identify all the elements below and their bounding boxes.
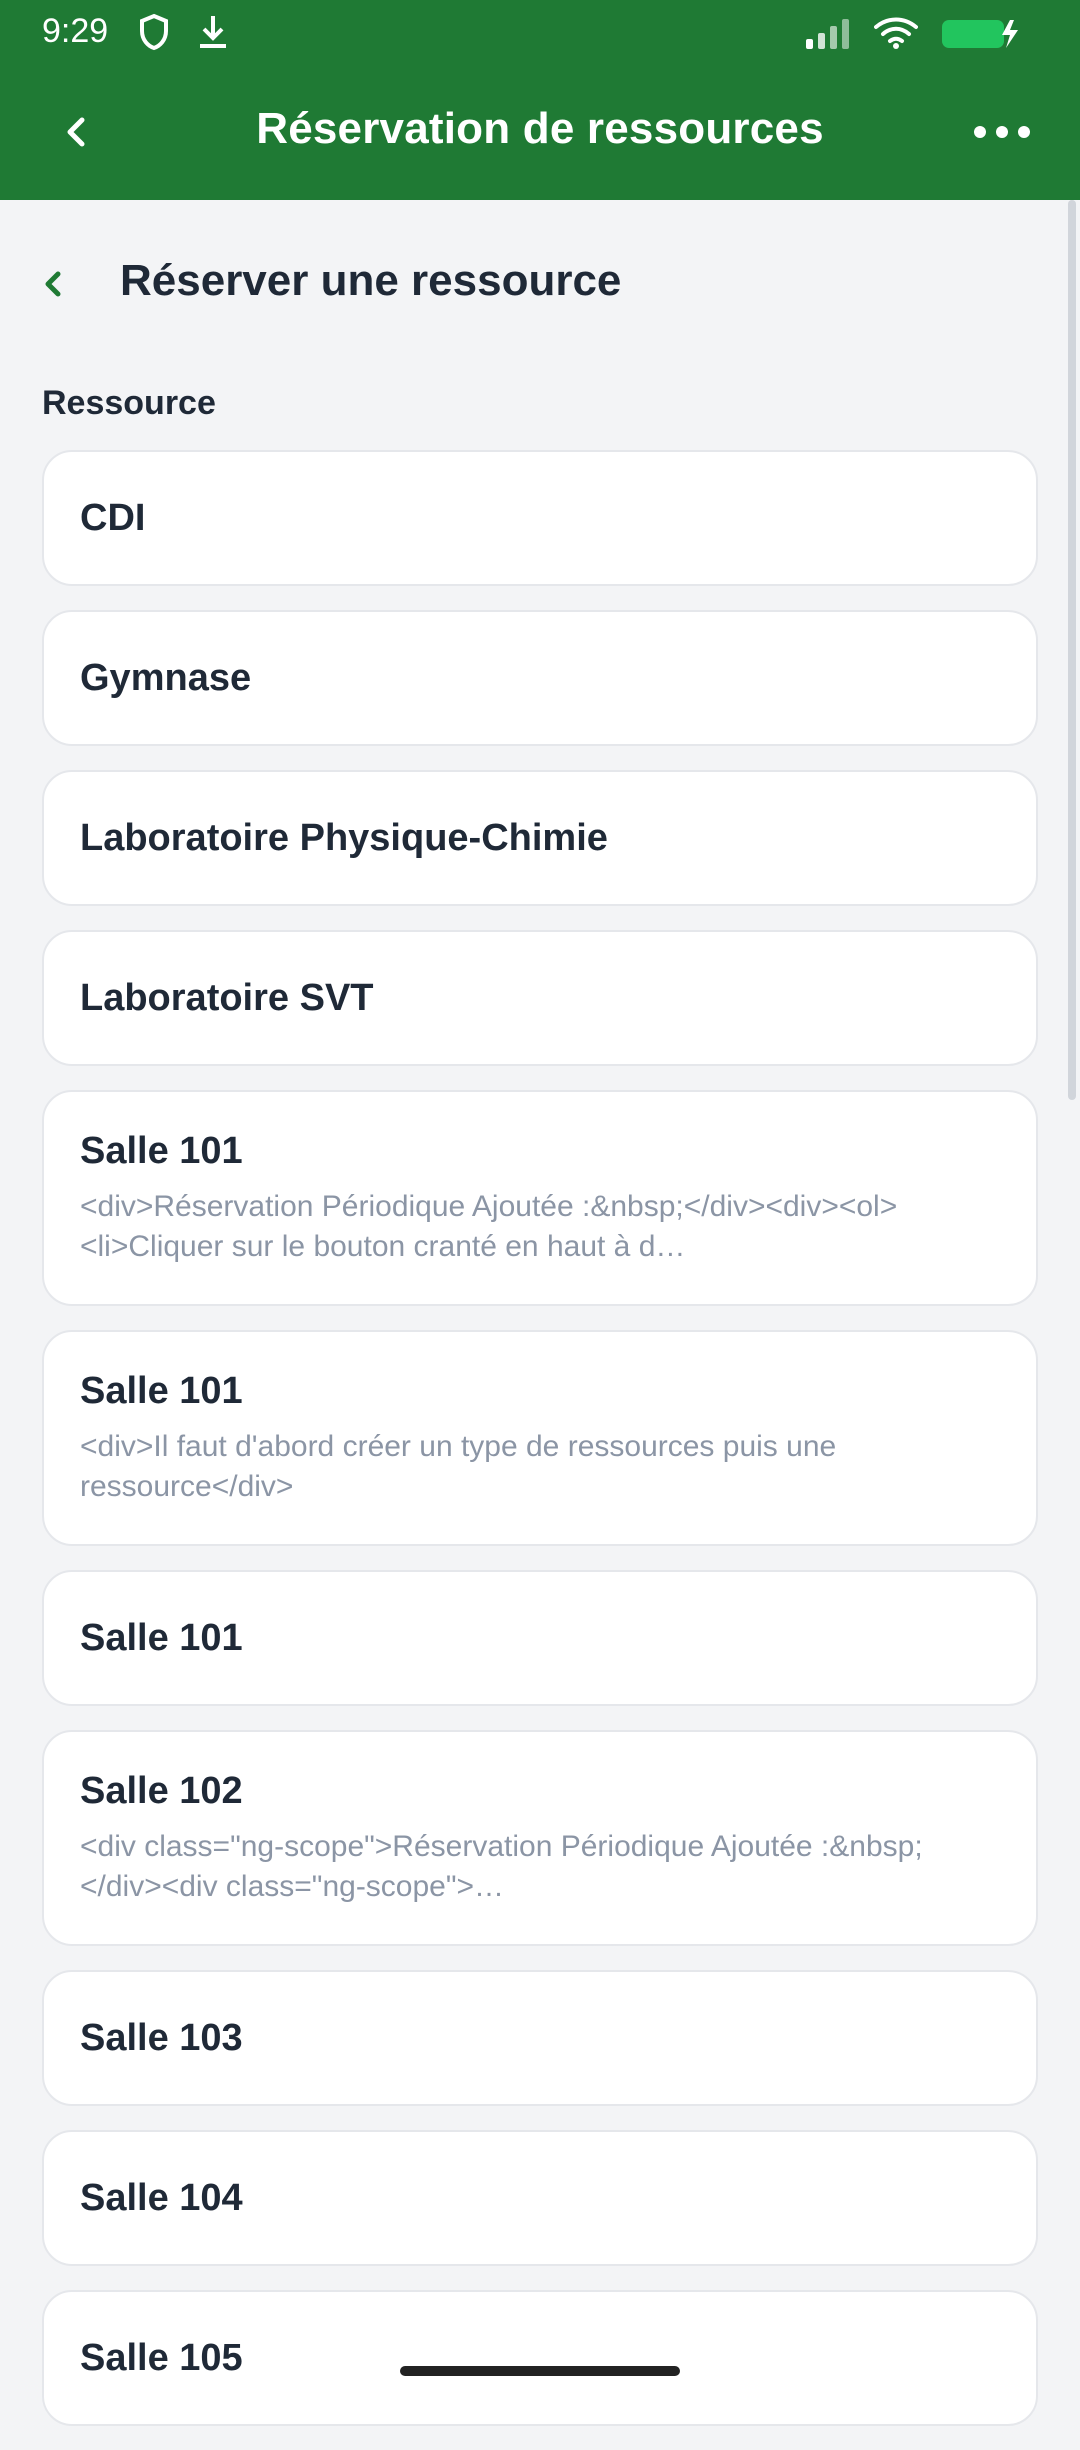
resource-title: Laboratoire Physique-Chimie [80,816,608,859]
scrollbar[interactable] [1068,200,1076,1100]
resource-title: Salle 103 [80,2016,243,2059]
home-indicator[interactable] [400,2366,680,2376]
resource-title: CDI [80,496,146,539]
back-chevron-icon[interactable] [40,266,66,302]
battery-charging-icon [940,16,1020,55]
resource-item[interactable]: Laboratoire Physique-Chimie [42,770,1038,906]
resource-title: Salle 102 [80,1769,243,1812]
resource-item[interactable]: Salle 105 [42,2290,1038,2426]
resource-item[interactable]: Salle 103 [42,1970,1038,2106]
shield-icon [138,12,170,57]
resource-label: Ressource [42,384,216,422]
more-horizontal-icon[interactable] [972,120,1032,144]
resource-list: CDI Gymnase Laboratoire Physique-Chimie … [42,450,1038,2450]
wifi-icon [874,17,918,54]
resource-item[interactable]: Gymnase [42,610,1038,746]
resource-description: <div>Il faut d'abord créer un type de re… [80,1429,837,1503]
resource-title: Salle 101 [80,1616,243,1659]
resource-title: Salle 104 [80,2176,243,2219]
resource-description: <div class="ng-scope">Réservation Périod… [80,1829,923,1903]
resource-title: Salle 101 [80,1369,243,1412]
resource-item[interactable]: Salle 101 <div>Il faut d'abord créer un … [42,1330,1038,1546]
app-bar: Réservation de ressources [0,64,1080,200]
page-title: Réserver une ressource [120,256,622,305]
download-icon [196,12,230,57]
resource-item[interactable]: Salle 104 [42,2130,1038,2266]
resource-item[interactable]: CDI [42,450,1038,586]
resource-title: Laboratoire SVT [80,976,374,1019]
status-bar: 9:29 [0,0,1080,64]
main-content: Réserver une ressource Ressource CDI Gym… [0,200,1080,2426]
status-time: 9:29 [42,12,109,50]
resource-item[interactable]: Salle 102 <div class="ng-scope">Réservat… [42,1730,1038,1946]
resource-description: <div>Réservation Périodique Ajoutée :&nb… [80,1189,898,1263]
resource-title: Salle 101 [80,1129,243,1172]
resource-title: Gymnase [80,656,252,699]
resource-item[interactable]: Salle 101 <div>Réservation Périodique Aj… [42,1090,1038,1306]
resource-item[interactable]: Laboratoire SVT [42,930,1038,1066]
app-title: Réservation de ressources [256,104,824,153]
signal-icon [804,17,852,54]
resource-item[interactable]: Salle 101 [42,1570,1038,1706]
